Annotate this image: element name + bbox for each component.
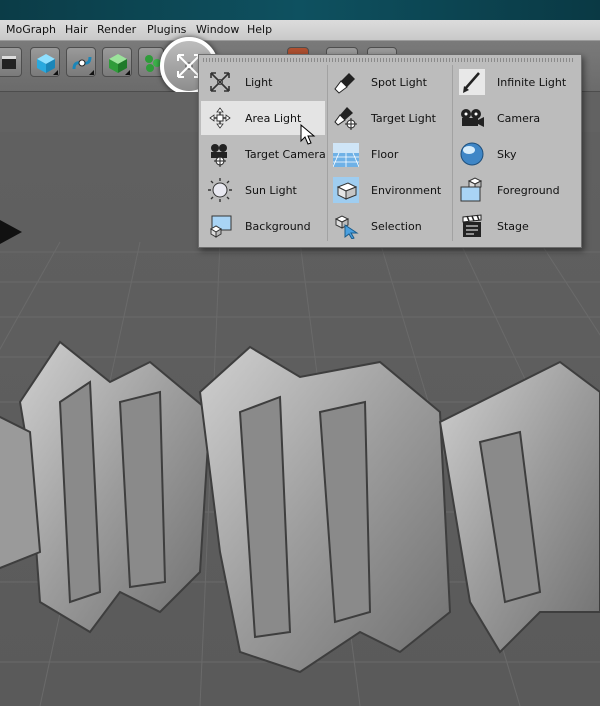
menu-mograph[interactable]: MoGraph (6, 23, 56, 36)
target-light-icon (334, 107, 357, 130)
menu-help[interactable]: Help (247, 23, 272, 36)
camera-icon (461, 109, 484, 127)
menu-entry-label: Environment (371, 184, 442, 197)
dropdown-arrow-icon (89, 70, 94, 75)
menu-entry-label: Area Light (245, 112, 302, 125)
menu-entry-floor[interactable]: Floor (327, 137, 451, 171)
clapper-icon (2, 56, 16, 69)
menu-entry-label: Stage (497, 220, 529, 233)
dropdown-arrow-icon (53, 70, 58, 75)
menu-bar: MoGraph Hair Render Plugins Window Help (0, 20, 600, 41)
menu-entry-label: Infinite Light (497, 76, 567, 89)
menu-entry-label: Background (245, 220, 311, 233)
menu-entry-target-light[interactable]: Target Light (327, 101, 451, 135)
infinite-light-icon (459, 69, 485, 95)
target-camera-icon (211, 144, 227, 167)
floor-icon (333, 143, 359, 167)
menu-entry-label: Camera (497, 112, 541, 125)
environment-icon (333, 177, 359, 203)
window-titlebar (0, 0, 600, 20)
menu-entry-label: Target Light (371, 112, 436, 125)
selection-icon (334, 215, 359, 239)
menu-entry-spot-light[interactable]: Spot Light (327, 65, 451, 99)
menu-hair[interactable]: Hair (65, 23, 88, 36)
menu-entry-stage[interactable]: Stage (453, 209, 577, 243)
menu-entry-infinite-light[interactable]: Infinite Light (453, 65, 577, 99)
light-objects-menu: Light Area Light Target Camera Sun Light… (198, 54, 582, 248)
3d-text-model (0, 340, 600, 674)
sky-icon (460, 142, 484, 166)
menu-entry-label: Foreground (497, 184, 560, 197)
menu-entry-label: Selection (371, 220, 422, 233)
stage-icon (462, 214, 482, 237)
popup-drag-handle[interactable] (203, 58, 575, 62)
dropdown-arrow-icon (125, 70, 130, 75)
spline-button[interactable] (66, 47, 96, 77)
mouse-cursor-icon (300, 124, 316, 145)
menu-entry-environment[interactable]: Environment (327, 173, 451, 207)
area-light-icon (209, 107, 231, 129)
background-icon (210, 215, 232, 238)
menu-entry-sun-light[interactable]: Sun Light (201, 173, 325, 207)
menu-plugins[interactable]: Plugins (147, 23, 186, 36)
menu-entry-sky[interactable]: Sky (453, 137, 577, 171)
menu-entry-foreground[interactable]: Foreground (453, 173, 577, 207)
clapper-button[interactable] (0, 47, 22, 77)
menu-entry-label: Spot Light (371, 76, 427, 89)
sun-light-icon (208, 178, 232, 202)
menu-entry-selection[interactable]: Selection (327, 209, 451, 243)
menu-entry-background[interactable]: Background (201, 209, 325, 243)
menu-render[interactable]: Render (97, 23, 136, 36)
spot-light-icon (334, 73, 355, 94)
foreground-icon (460, 177, 483, 202)
menu-entry-label: Light (245, 76, 273, 89)
menu-entry-label: Target Camera (245, 148, 326, 161)
menu-entry-camera[interactable]: Camera (453, 101, 577, 135)
menu-entry-label: Floor (371, 148, 399, 161)
menu-entry-label: Sun Light (245, 184, 297, 197)
menu-entry-light[interactable]: Light (201, 65, 325, 99)
cube-button[interactable] (30, 47, 60, 77)
nurbs-button[interactable] (102, 47, 132, 77)
light-icon (210, 72, 230, 92)
menu-window[interactable]: Window (196, 23, 239, 36)
menu-entry-label: Sky (497, 148, 517, 161)
